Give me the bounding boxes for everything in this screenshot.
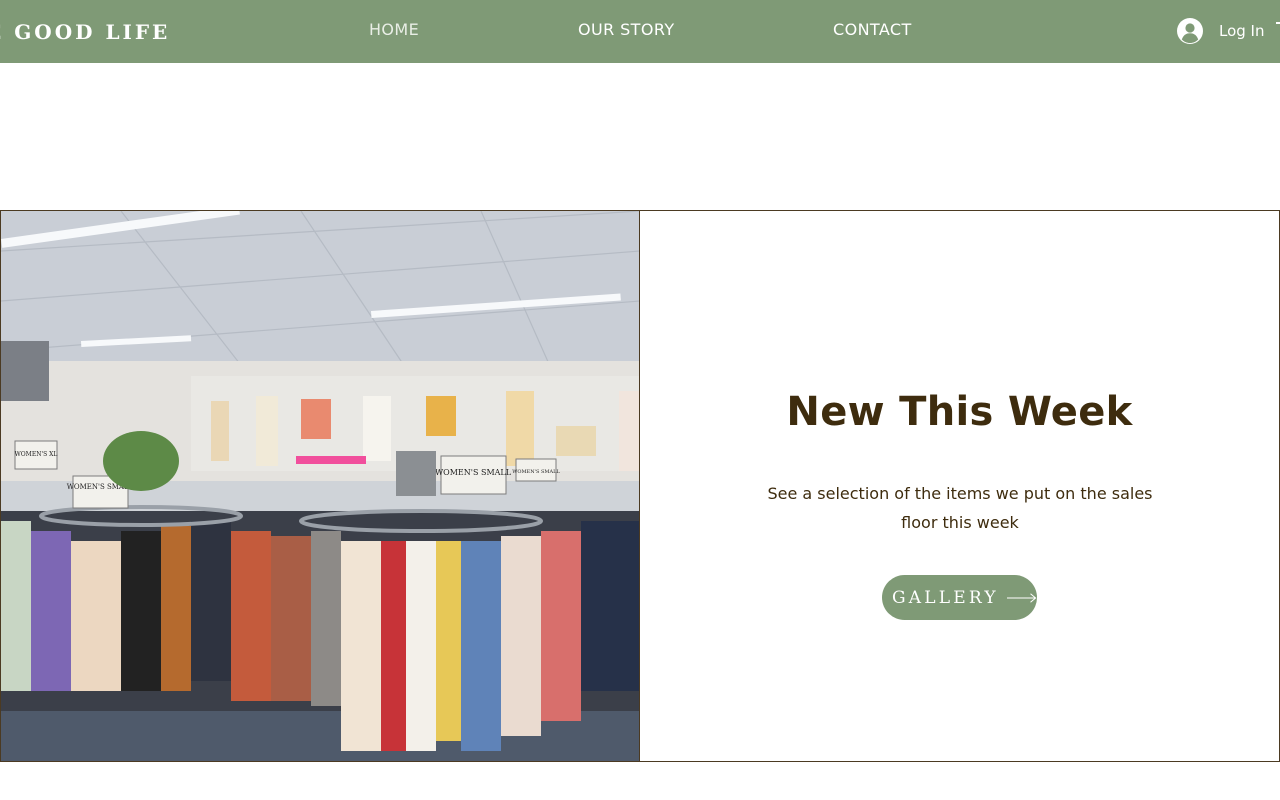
nav-contact[interactable]: CONTACT [833, 20, 912, 39]
gallery-button[interactable]: GALLERY [882, 575, 1037, 620]
cart-edge-mark [1276, 22, 1280, 24]
brand-name[interactable]: E GOOD LIFE [0, 20, 170, 44]
rack-sign-label: WOMEN'S SMALL [512, 469, 560, 475]
ac-unit [1, 341, 49, 401]
store-interior-image: WOMEN'S SMALL WOMEN'S SMALL WOMEN'S XL W… [1, 211, 639, 761]
boots [396, 451, 436, 496]
user-avatar-icon [1177, 18, 1203, 44]
site-header: E GOOD LIFE HOME OUR STORY CONTACT Log I… [0, 0, 1280, 63]
section-title: New This Week [786, 389, 1133, 435]
login-button[interactable]: Log In [1176, 16, 1265, 46]
arrow-right-icon [1006, 592, 1037, 603]
section-description: See a selection of the items we put on t… [767, 484, 1153, 532]
rack-sign-label: WOMEN'S SMALL [435, 468, 512, 477]
plant [103, 431, 179, 491]
nav-home[interactable]: HOME [369, 20, 419, 39]
login-label: Log In [1219, 22, 1265, 40]
new-this-week-section: WOMEN'S SMALL WOMEN'S SMALL WOMEN'S XL W… [0, 210, 1280, 762]
store-photo: WOMEN'S SMALL WOMEN'S SMALL WOMEN'S XL W… [1, 211, 640, 761]
gallery-button-label: GALLERY [892, 587, 999, 608]
nav-our-story[interactable]: OUR STORY [578, 20, 675, 39]
rack-sign-label: WOMEN'S XL [15, 451, 58, 458]
feature-panel: New This Week See a selection of the ite… [640, 211, 1279, 761]
